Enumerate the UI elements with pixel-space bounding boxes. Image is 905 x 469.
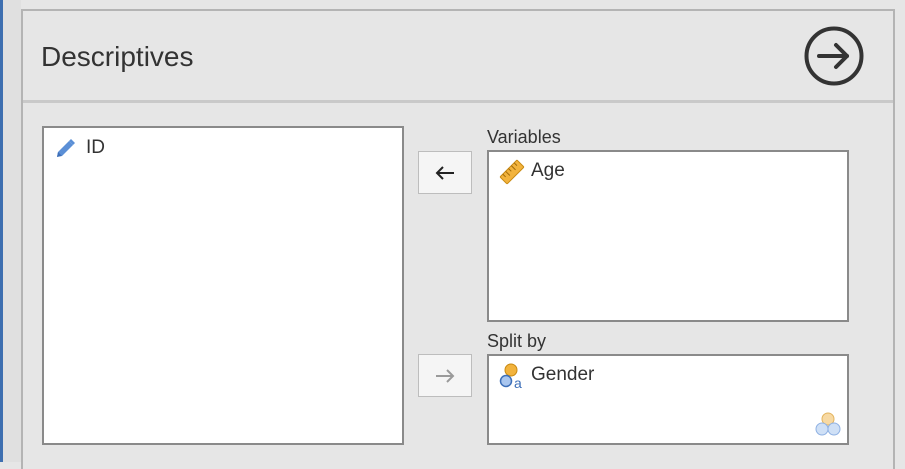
variables-label: Variables [487, 127, 561, 147]
list-item-gender[interactable]: a Gender [499, 363, 595, 391]
source-variable-list[interactable]: ID [42, 126, 404, 445]
list-item-age[interactable]: Age [499, 159, 565, 185]
list-item-label: Age [531, 160, 565, 181]
split-by-list[interactable]: a Gender [487, 354, 849, 445]
panel-header: Descriptives [23, 11, 893, 102]
header-divider [23, 100, 893, 103]
panel-title: Descriptives [41, 41, 194, 72]
nominal-variables-hint-icon [815, 411, 841, 437]
move-to-split-by-button[interactable] [418, 354, 472, 397]
list-item-label: Gender [531, 364, 595, 385]
arrow-circle-right-icon [804, 26, 864, 86]
continuous-ruler-icon [499, 159, 525, 185]
list-item-label: ID [86, 137, 105, 158]
descriptives-panel: Descriptives ID Variables Age Split by a… [21, 9, 895, 469]
arrow-right-icon [436, 368, 455, 383]
variables-list[interactable]: Age [487, 150, 849, 322]
id-pencil-icon [54, 136, 78, 160]
arrow-left-icon [435, 165, 454, 180]
left-gutter [3, 0, 21, 462]
nominal-text-icon: a [499, 363, 523, 391]
move-from-variables-button[interactable] [418, 151, 472, 194]
run-arrow-button[interactable] [803, 25, 865, 87]
split-by-label: Split by [487, 331, 547, 351]
svg-text:a: a [514, 375, 522, 389]
list-item-id[interactable]: ID [54, 136, 105, 160]
